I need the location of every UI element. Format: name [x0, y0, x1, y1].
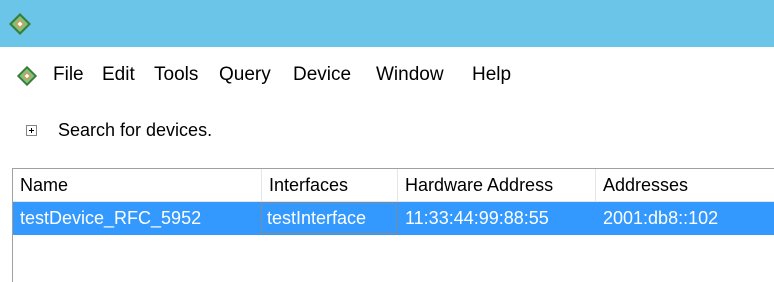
- plus-expander-icon[interactable]: [26, 125, 37, 136]
- table-header: Name Interfaces Hardware Address Address…: [13, 169, 774, 202]
- menu-bar: File Edit Tools Query Device Window Help: [0, 47, 774, 103]
- menu-file[interactable]: File: [53, 63, 84, 87]
- column-header-name[interactable]: Name: [13, 169, 262, 201]
- column-header-interfaces[interactable]: Interfaces: [262, 169, 398, 201]
- menu-query[interactable]: Query: [219, 63, 271, 87]
- diamond-app-icon[interactable]: [16, 65, 38, 87]
- menu-help[interactable]: Help: [472, 63, 511, 87]
- cell-interfaces[interactable]: testInterface: [260, 202, 398, 235]
- menu-window[interactable]: Window: [376, 63, 444, 87]
- cell-addresses[interactable]: 2001:db8::102: [596, 202, 774, 235]
- menu-edit[interactable]: Edit: [102, 63, 135, 87]
- diamond-app-icon[interactable]: [8, 12, 32, 36]
- cell-name[interactable]: testDevice_RFC_5952: [13, 202, 260, 235]
- title-bar[interactable]: [0, 0, 774, 47]
- cell-hardware-address[interactable]: 11:33:44:99:88:55: [398, 202, 596, 235]
- search-for-devices-label[interactable]: Search for devices.: [58, 118, 212, 142]
- search-panel: Search for devices.: [0, 103, 774, 163]
- column-header-addresses[interactable]: Addresses: [596, 169, 774, 201]
- app-window: File Edit Tools Query Device Window Help…: [0, 0, 774, 282]
- device-list[interactable]: Name Interfaces Hardware Address Address…: [12, 168, 774, 282]
- column-header-hardware-address[interactable]: Hardware Address: [398, 169, 596, 201]
- table-row[interactable]: testDevice_RFC_5952 testInterface 11:33:…: [13, 202, 774, 235]
- menu-device[interactable]: Device: [293, 63, 351, 87]
- menu-tools[interactable]: Tools: [154, 63, 198, 87]
